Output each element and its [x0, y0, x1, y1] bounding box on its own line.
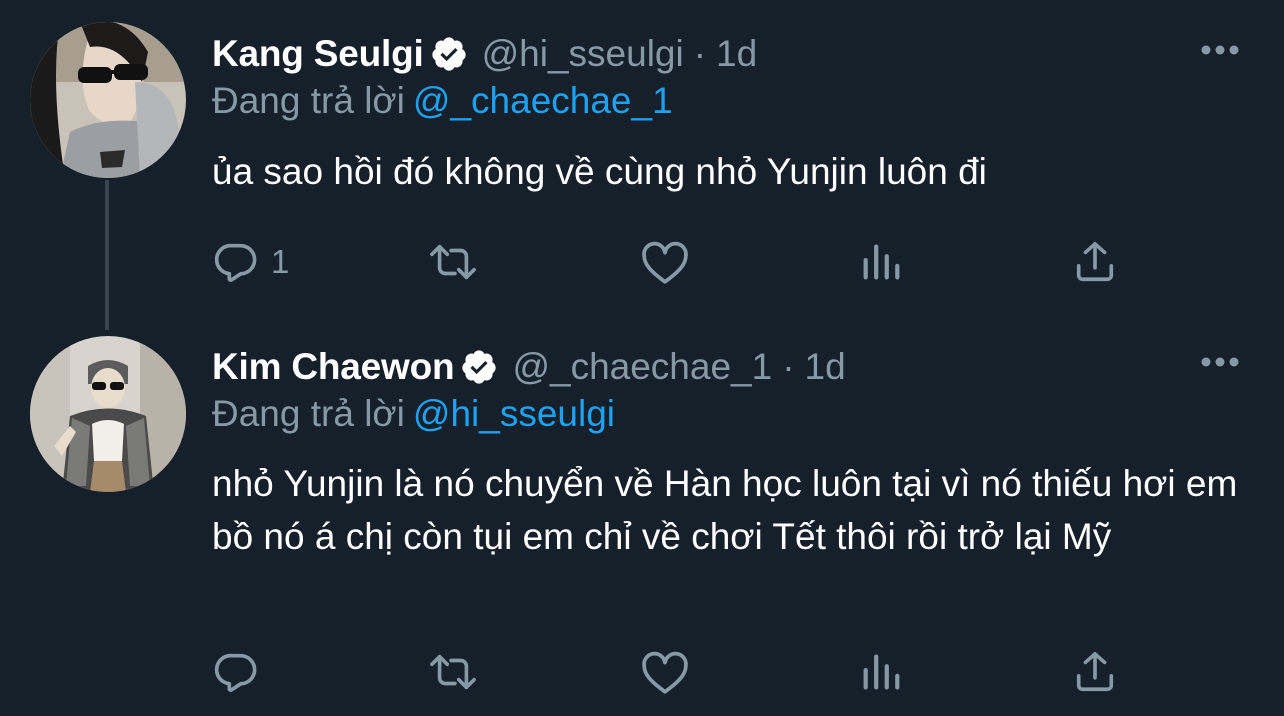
separator-dot: ·	[782, 346, 795, 387]
bar-chart-icon	[863, 244, 900, 280]
reply-button[interactable]	[213, 642, 271, 702]
timestamp[interactable]: 1d	[716, 33, 757, 75]
reply-icon	[214, 653, 257, 692]
retweet-button[interactable]	[425, 642, 493, 702]
more-dots-icon[interactable]	[1196, 38, 1244, 62]
replying-to-link[interactable]: @_chaechae_1	[413, 80, 673, 121]
avatar[interactable]	[30, 22, 186, 178]
retweet-icon	[430, 654, 476, 690]
replying-to-line: Đang trả lời @hi_sseulgi	[212, 393, 615, 435]
retweet-button[interactable]	[425, 232, 493, 292]
tweet-text: ủa sao hồi đó không về cùng nhỏ Yunjin l…	[212, 151, 987, 192]
share-icon	[1076, 241, 1114, 282]
user-handle[interactable]: @_chaechae_1	[512, 346, 772, 388]
verified-badge-icon	[460, 348, 498, 386]
reply-count: 1	[271, 243, 290, 280]
heart-icon	[642, 651, 688, 694]
tweet-header: Kim Chaewon @_chaechae_1 · 1d	[212, 342, 846, 392]
timestamp[interactable]: 1d	[805, 346, 846, 388]
tweet-text: nhỏ Yunjin là nó chuyển về Hàn học luôn …	[212, 463, 1238, 557]
reply-icon	[214, 243, 257, 282]
separator-dot: ·	[693, 33, 707, 74]
display-name[interactable]: Kang Seulgi	[212, 33, 424, 75]
share-icon	[1076, 651, 1114, 692]
replying-to-line: Đang trả lời @_chaechae_1	[212, 80, 673, 122]
tweet-actions	[0, 642, 1284, 702]
retweet-icon	[430, 244, 476, 280]
replying-to-prefix: Đang trả lời	[212, 80, 405, 121]
share-button[interactable]	[1072, 642, 1118, 702]
stats-button[interactable]	[858, 232, 904, 292]
bar-chart-icon	[863, 654, 900, 690]
replying-to-prefix: Đang trả lời	[212, 393, 405, 434]
user-handle[interactable]: @hi_sseulgi	[482, 33, 684, 75]
avatar[interactable]	[30, 336, 186, 492]
like-button[interactable]	[640, 642, 702, 702]
like-button[interactable]	[640, 232, 702, 292]
tweet-header: Kang Seulgi @hi_sseulgi · 1d	[212, 29, 757, 79]
reply-button[interactable]: 1	[213, 232, 289, 292]
tweet-actions: 1	[0, 232, 1284, 292]
share-button[interactable]	[1072, 232, 1118, 292]
verified-badge-icon	[430, 35, 468, 73]
replying-to-link[interactable]: @hi_sseulgi	[413, 393, 615, 434]
more-dots-icon[interactable]	[1196, 350, 1244, 374]
tweet[interactable]: Kim Chaewon @_chaechae_1 · 1d Đang trả l…	[0, 312, 1284, 716]
heart-icon	[642, 241, 688, 284]
display-name[interactable]: Kim Chaewon	[212, 346, 455, 388]
tweet[interactable]: Kang Seulgi @hi_sseulgi · 1d Đang trả lờ…	[0, 0, 1284, 312]
stats-button[interactable]	[858, 642, 904, 702]
